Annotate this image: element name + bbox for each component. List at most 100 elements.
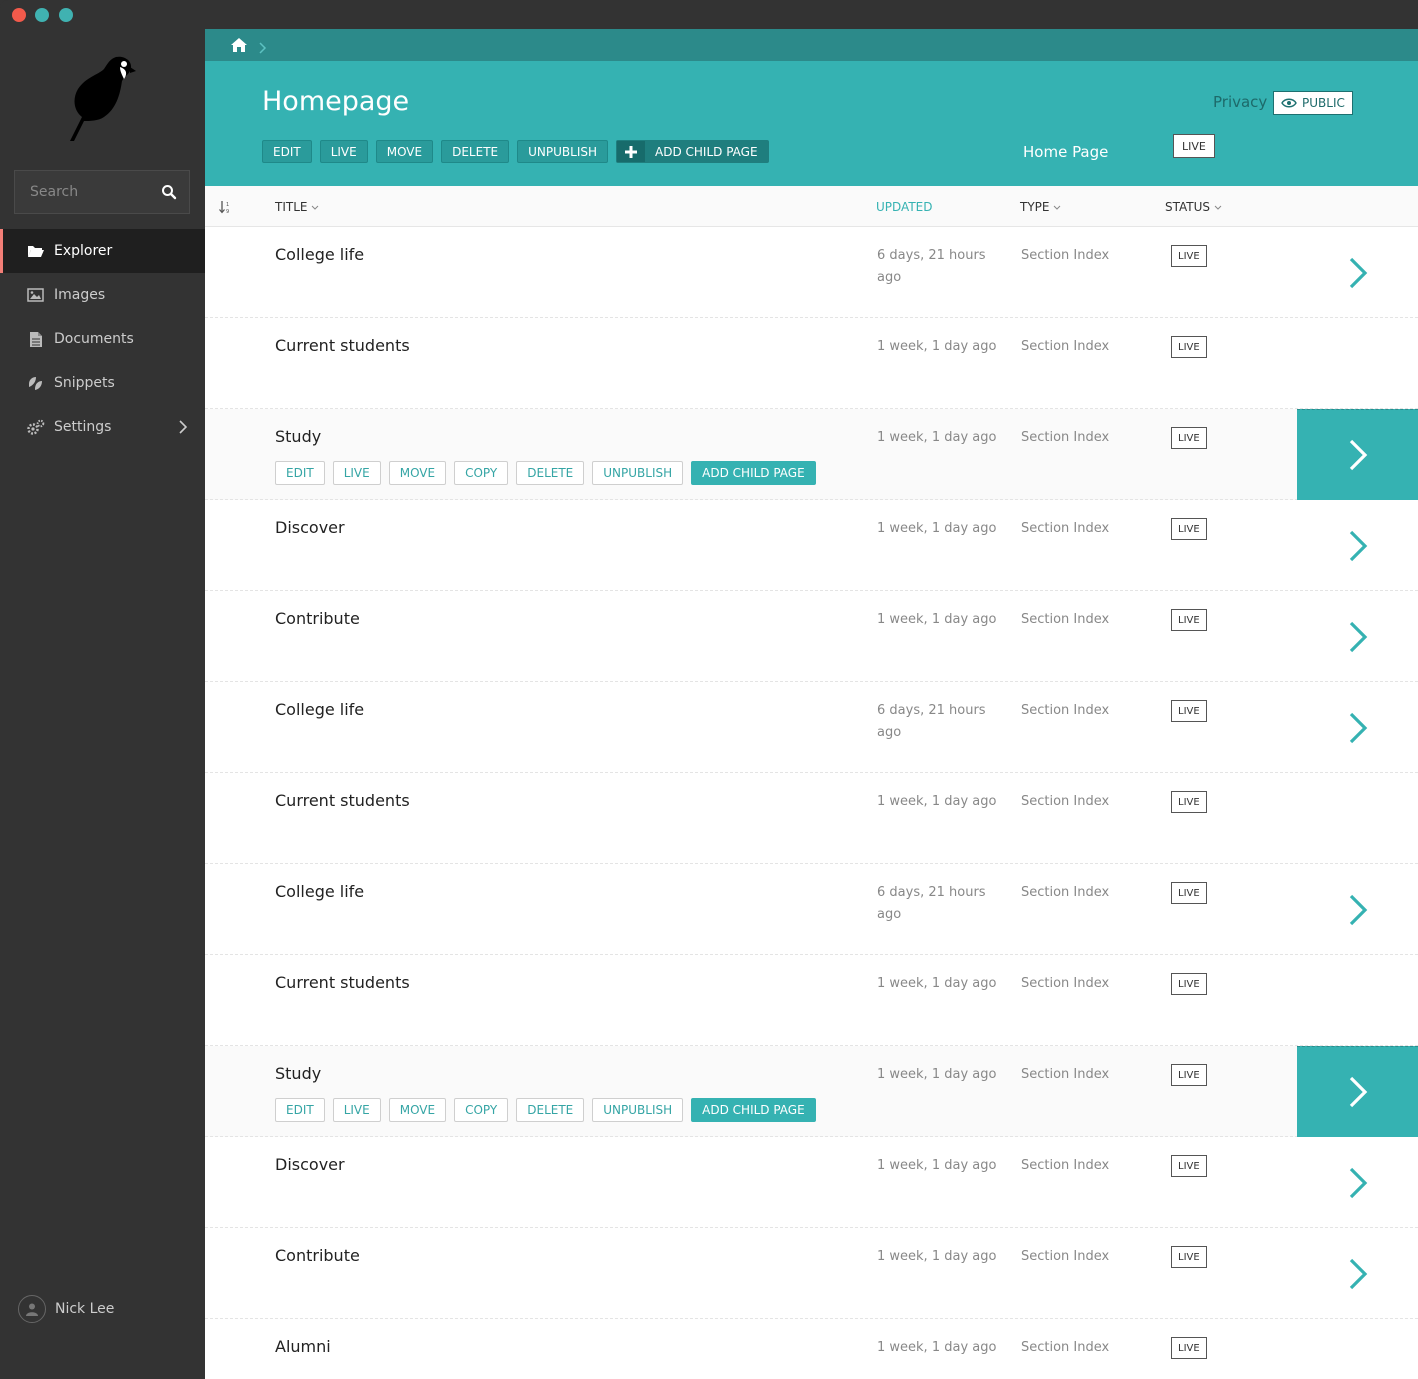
explore-children-button[interactable] [1297,500,1418,591]
sidebar-item-images[interactable]: Images [0,273,205,317]
delete-button[interactable]: DELETE [516,1098,585,1122]
table-row[interactable]: College life 6 days, 21 hours ago Section … [205,227,1418,318]
column-title[interactable]: TITLE [275,200,319,214]
add-child-page-button[interactable]: ADD CHILD PAGE [691,1098,816,1122]
page-type: Section Index [1021,1067,1110,1082]
page-title-link[interactable]: Current students [275,336,410,355]
page-title-link[interactable]: Current students [275,791,410,810]
sidebar-item-snippets[interactable]: Snippets [0,361,205,405]
page-title-link[interactable]: Discover [275,518,345,537]
unpublish-button[interactable]: UNPUBLISH [592,1098,684,1122]
status-badge[interactable]: LIVE [1171,1064,1207,1086]
status-badge[interactable]: LIVE [1171,609,1207,631]
edit-button[interactable]: EDIT [275,461,325,485]
status-badge[interactable]: LIVE [1171,427,1207,449]
search-input[interactable] [15,171,155,213]
page-actions: EDIT LIVE MOVE DELETE UNPUBLISH ADD CHIL… [262,140,769,163]
explore-children-button[interactable] [1297,409,1418,500]
status-badge[interactable]: LIVE [1171,882,1207,904]
updated-time: 1 week, 1 day ago [877,794,997,809]
chevron-right-icon [259,39,267,54]
explore-children-button[interactable] [1297,1046,1418,1137]
table-row[interactable]: Study 1 week, 1 day ago Section Index LIVE E… [205,1046,1418,1137]
user-menu[interactable]: Nick Lee [18,1295,114,1323]
explore-children-button[interactable] [1297,864,1418,955]
page-title-link[interactable]: Contribute [275,1246,360,1265]
edit-button[interactable]: EDIT [275,1098,325,1122]
minimize-window-button[interactable] [35,8,49,22]
page-title-link[interactable]: Study [275,1064,321,1083]
status-badge[interactable]: LIVE [1171,1155,1207,1177]
page-title-link[interactable]: Contribute [275,609,360,628]
updated-time: 1 week, 1 day ago [877,430,997,445]
explore-children-button[interactable] [1297,227,1418,318]
live-button[interactable]: LIVE [332,1098,381,1122]
updated-time: 6 days, 21 hours ago [877,248,986,285]
table-row[interactable]: College life 6 days, 21 hours ago Section … [205,682,1418,773]
sidebar-item-settings[interactable]: Settings [0,405,205,449]
status-badge[interactable]: LIVE [1171,336,1207,358]
page-title-link[interactable]: Current students [275,973,410,992]
page-title-link[interactable]: College life [275,700,364,719]
status-badge[interactable]: LIVE [1171,973,1207,995]
page-title-link[interactable]: Discover [275,1155,345,1174]
delete-button[interactable]: DELETE [516,461,585,485]
copy-button[interactable]: COPY [454,1098,509,1122]
table-row[interactable]: Study 1 week, 1 day ago Section Index LIVE E… [205,409,1418,500]
move-button[interactable]: MOVE [388,461,447,485]
move-button[interactable]: MOVE [375,140,434,163]
table-row[interactable]: Current students 1 week, 1 day ago Section… [205,318,1418,409]
column-type[interactable]: TYPE [1020,200,1061,214]
table-row[interactable]: Discover 1 week, 1 day ago Section Index LI… [205,1137,1418,1228]
explore-children-button[interactable] [1297,1228,1418,1319]
table-row[interactable]: Current students 1 week, 1 day ago Section… [205,773,1418,864]
add-child-page-button[interactable]: ADD CHILD PAGE [616,140,769,163]
close-window-button[interactable] [12,8,26,22]
sidebar: Explorer Images Documents Snippets Setti… [0,29,205,1379]
wagtail-logo-icon[interactable] [64,55,136,143]
edit-button[interactable]: EDIT [262,140,312,163]
status-badge[interactable]: LIVE [1173,134,1215,158]
delete-button[interactable]: DELETE [441,140,510,163]
column-status[interactable]: STATUS [1165,200,1222,214]
main-content: Homepage EDIT LIVE MOVE DELETE UNPUBLISH… [205,29,1418,1379]
explore-children-button[interactable] [1297,1137,1418,1228]
table-row[interactable]: College life 6 days, 21 hours ago Section … [205,864,1418,955]
page-title-link[interactable]: Alumni [275,1337,331,1356]
privacy-button[interactable]: PUBLIC [1273,91,1353,115]
sidebar-item-documents[interactable]: Documents [0,317,205,361]
column-updated[interactable]: UPDATED [876,200,932,214]
live-button[interactable]: LIVE [319,140,368,163]
status-badge[interactable]: LIVE [1171,1246,1207,1268]
updated-time: 1 week, 1 day ago [877,521,997,536]
page-title-link[interactable]: College life [275,882,364,901]
page-title-link[interactable]: College life [275,245,364,264]
sort-order-icon[interactable]: 19 [219,200,231,215]
unpublish-button[interactable]: UNPUBLISH [592,461,684,485]
explore-children-button[interactable] [1297,591,1418,682]
sidebar-item-explorer[interactable]: Explorer [0,229,205,273]
column-status-label: STATUS [1165,200,1211,214]
home-icon[interactable] [230,37,248,53]
explore-children-button[interactable] [1297,682,1418,773]
chevron-right-icon [1349,712,1367,743]
status-badge[interactable]: LIVE [1171,245,1207,267]
table-row[interactable]: Contribute 1 week, 1 day ago Section Index… [205,591,1418,682]
table-row[interactable]: Current students 1 week, 1 day ago Section… [205,955,1418,1046]
document-icon [26,331,45,347]
live-button[interactable]: LIVE [332,461,381,485]
copy-button[interactable]: COPY [454,461,509,485]
status-badge[interactable]: LIVE [1171,1337,1207,1359]
table-row[interactable]: Alumni 1 week, 1 day ago Section Index LIVE [205,1319,1418,1379]
search-icon[interactable] [161,184,177,200]
status-badge[interactable]: LIVE [1171,518,1207,540]
table-row[interactable]: Contribute 1 week, 1 day ago Section Index… [205,1228,1418,1319]
status-badge[interactable]: LIVE [1171,700,1207,722]
page-title-link[interactable]: Study [275,427,321,446]
table-row[interactable]: Discover 1 week, 1 day ago Section Index LI… [205,500,1418,591]
move-button[interactable]: MOVE [388,1098,447,1122]
add-child-page-button[interactable]: ADD CHILD PAGE [691,461,816,485]
maximize-window-button[interactable] [59,8,73,22]
unpublish-button[interactable]: UNPUBLISH [517,140,609,163]
status-badge[interactable]: LIVE [1171,791,1207,813]
